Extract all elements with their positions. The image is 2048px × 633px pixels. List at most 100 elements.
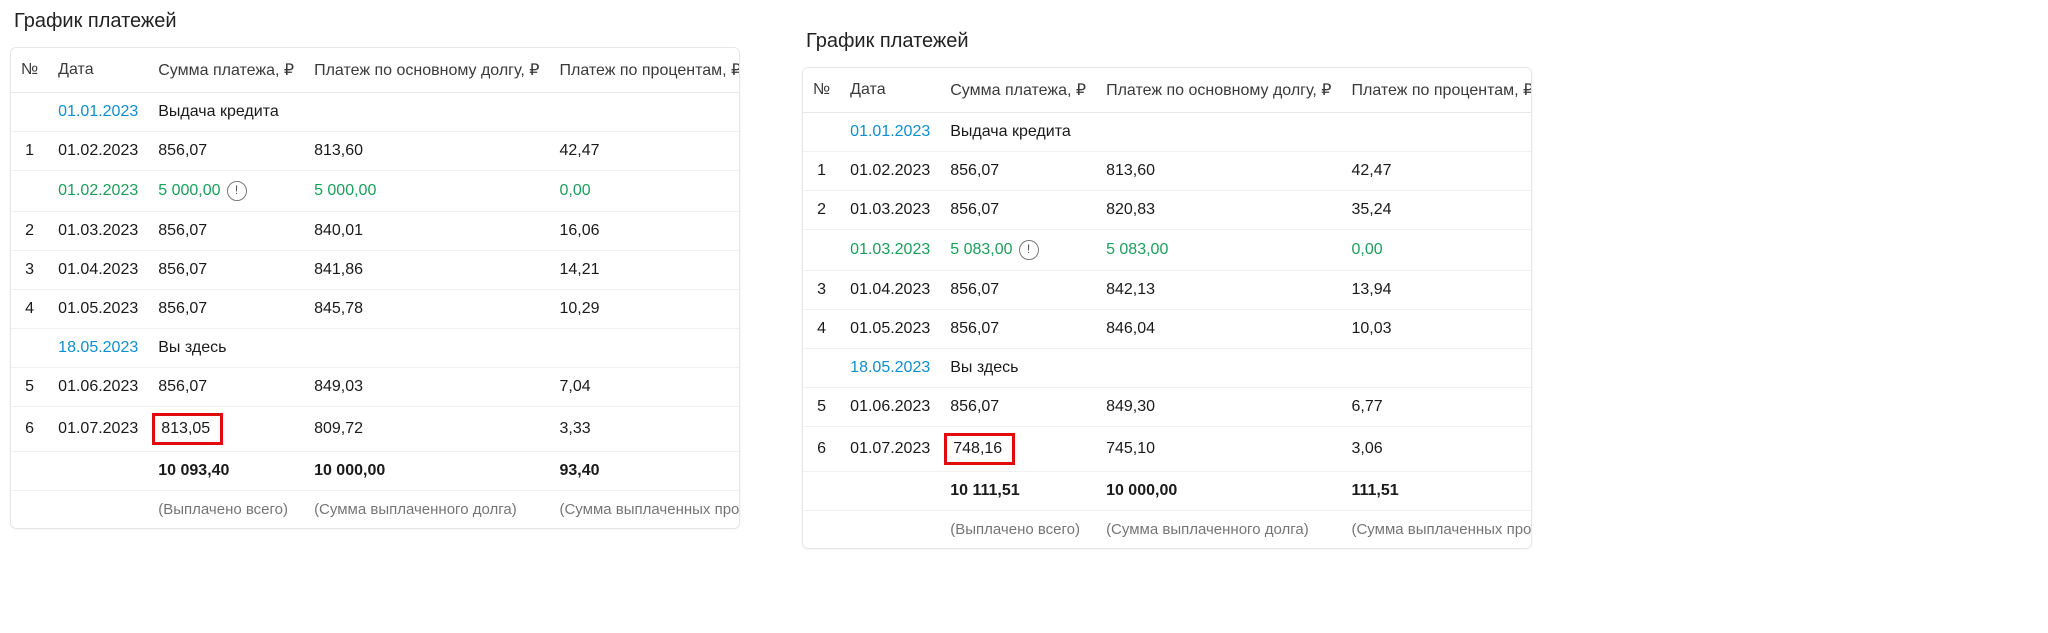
cell-sum: 856,07 — [940, 388, 1096, 427]
issue-row: 01.01.2023Выдача кредита — [803, 113, 1532, 152]
cell-interest: 42,47 — [549, 132, 740, 171]
summary-principal-caption: (Сумма выплаченного долга) — [1096, 511, 1341, 549]
table-row: 501.06.2023856,07849,037,04809,72 — [11, 368, 740, 407]
cell-n — [803, 113, 840, 152]
summary-total: 10 111,51 — [940, 472, 1096, 511]
info-icon[interactable]: ! — [227, 181, 247, 201]
cell-interest: 35,24 — [1341, 191, 1532, 230]
cell-principal: 840,01 — [304, 212, 549, 251]
cell-date: 01.03.2023 — [840, 230, 940, 271]
table-row: 01.02.20235 000,00!5 000,000,004 186,40 — [11, 171, 740, 212]
cell-n: 3 — [803, 271, 840, 310]
summary-row: 10 093,4010 000,0093,40 — [11, 452, 740, 491]
summary-caption-row: (Выплачено всего)(Сумма выплаченного дол… — [11, 491, 740, 529]
cell-interest: 16,06 — [549, 212, 740, 251]
cell-interest: 3,06 — [1341, 427, 1532, 472]
cell-date: 01.02.2023 — [840, 152, 940, 191]
cell-n — [11, 171, 48, 212]
table-row: 101.02.2023856,07813,6042,479 186,40 — [803, 152, 1532, 191]
summary-interest: 93,40 — [549, 452, 740, 491]
cell-n: 2 — [803, 191, 840, 230]
cell-n: 6 — [11, 407, 48, 452]
cell-interest: 3,33 — [549, 407, 740, 452]
table-row: 501.06.2023856,07849,306,77745,10 — [803, 388, 1532, 427]
cell-date: 01.03.2023 — [48, 212, 148, 251]
table-row: 601.07.2023748,16745,103,060,00 — [803, 427, 1532, 472]
cell-date — [840, 472, 940, 511]
cell-interest: 0,00 — [549, 171, 740, 212]
summary-interest: 111,51 — [1341, 472, 1532, 511]
cell-principal: 5 083,00 — [1096, 230, 1341, 271]
cell-n — [803, 230, 840, 271]
table-body-right: 01.01.2023Выдача кредита101.02.2023856,0… — [803, 113, 1532, 549]
cell-principal: 745,10 — [1096, 427, 1341, 472]
cell-date[interactable]: 18.05.2023 — [48, 329, 148, 368]
table-row: 401.05.2023856,07845,7810,291 658,75 — [11, 290, 740, 329]
cell-here-label[interactable]: Вы здесь — [940, 349, 1532, 388]
table-row: 301.04.2023856,07841,8614,212 504,53 — [11, 251, 740, 290]
table-row: 201.03.2023856,07820,8335,248 365,57 — [803, 191, 1532, 230]
cell-issue-label[interactable]: Выдача кредита — [148, 93, 740, 132]
table-row: 401.05.2023856,07846,0410,031 594,40 — [803, 310, 1532, 349]
cell-sum: 5 083,00! — [940, 230, 1096, 271]
cell-n: 2 — [11, 212, 48, 251]
cell-n — [11, 93, 48, 132]
summary-principal: 10 000,00 — [304, 452, 549, 491]
cell-date: 01.02.2023 — [48, 171, 148, 212]
cell-issue-label[interactable]: Выдача кредита — [940, 113, 1532, 152]
schedule-table: № Дата Сумма платежа, ₽ Платеж по основн… — [803, 68, 1532, 548]
cell-principal: 845,78 — [304, 290, 549, 329]
summary-principal: 10 000,00 — [1096, 472, 1341, 511]
cell-n — [11, 452, 48, 491]
cell-date: 01.07.2023 — [840, 427, 940, 472]
table-row: 01.03.20235 083,00!5 083,000,003 282,57 — [803, 230, 1532, 271]
cell-interest: 13,94 — [1341, 271, 1532, 310]
col-interest-header: Платеж по процентам, ₽ — [549, 48, 740, 93]
cell-date: 01.07.2023 — [48, 407, 148, 452]
cell-interest: 6,77 — [1341, 388, 1532, 427]
cell-n — [803, 511, 840, 549]
col-sum-header: Сумма платежа, ₽ — [940, 68, 1096, 113]
schedule-panel-left: График платежей № Дата Сумма платежа, ₽ … — [10, 0, 740, 529]
cell-n: 5 — [11, 368, 48, 407]
cell-sum: 856,07 — [940, 152, 1096, 191]
cell-here-label[interactable]: Вы здесь — [148, 329, 740, 368]
summary-total-caption: (Выплачено всего) — [148, 491, 304, 529]
cell-date[interactable]: 01.01.2023 — [48, 93, 148, 132]
cell-principal: 842,13 — [1096, 271, 1341, 310]
cell-date: 01.06.2023 — [840, 388, 940, 427]
cell-date: 01.04.2023 — [840, 271, 940, 310]
schedule-card: № Дата Сумма платежа, ₽ Платеж по основн… — [802, 67, 1532, 549]
summary-principal-caption: (Сумма выплаченного долга) — [304, 491, 549, 529]
summary-interest-caption: (Сумма выплаченных процентов) — [1341, 511, 1532, 549]
cell-sum: 856,07 — [940, 310, 1096, 349]
panel-title: График платежей — [10, 0, 740, 47]
table-body-left: 01.01.2023Выдача кредита101.02.2023856,0… — [11, 93, 740, 529]
cell-sum: 748,16 — [940, 427, 1096, 472]
cell-date[interactable]: 18.05.2023 — [840, 349, 940, 388]
cell-interest: 10,03 — [1341, 310, 1532, 349]
schedule-table: № Дата Сумма платежа, ₽ Платеж по основн… — [11, 48, 740, 528]
cell-principal: 820,83 — [1096, 191, 1341, 230]
cell-n — [803, 472, 840, 511]
highlight-box: 813,05 — [152, 413, 223, 445]
table-row: 201.03.2023856,07840,0116,063 346,39 — [11, 212, 740, 251]
col-n-header: № — [803, 68, 840, 113]
cell-n: 3 — [11, 251, 48, 290]
info-icon[interactable]: ! — [1019, 240, 1039, 260]
schedule-panel-right: График платежей № Дата Сумма платежа, ₽ … — [802, 20, 1532, 549]
panel-title: График платежей — [802, 20, 1532, 67]
cell-date[interactable]: 01.01.2023 — [840, 113, 940, 152]
cell-n: 5 — [803, 388, 840, 427]
summary-caption-row: (Выплачено всего)(Сумма выплаченного дол… — [803, 511, 1532, 549]
cell-date: 01.04.2023 — [48, 251, 148, 290]
cell-date: 01.06.2023 — [48, 368, 148, 407]
table-header-row: № Дата Сумма платежа, ₽ Платеж по основн… — [803, 68, 1532, 113]
table-row: 101.02.2023856,07813,6042,479 186,40 — [11, 132, 740, 171]
cell-date — [48, 452, 148, 491]
cell-principal: 849,30 — [1096, 388, 1341, 427]
cell-sum: 856,07 — [940, 191, 1096, 230]
cell-n — [11, 491, 48, 529]
cell-interest: 10,29 — [549, 290, 740, 329]
table-header-row: № Дата Сумма платежа, ₽ Платеж по основн… — [11, 48, 740, 93]
